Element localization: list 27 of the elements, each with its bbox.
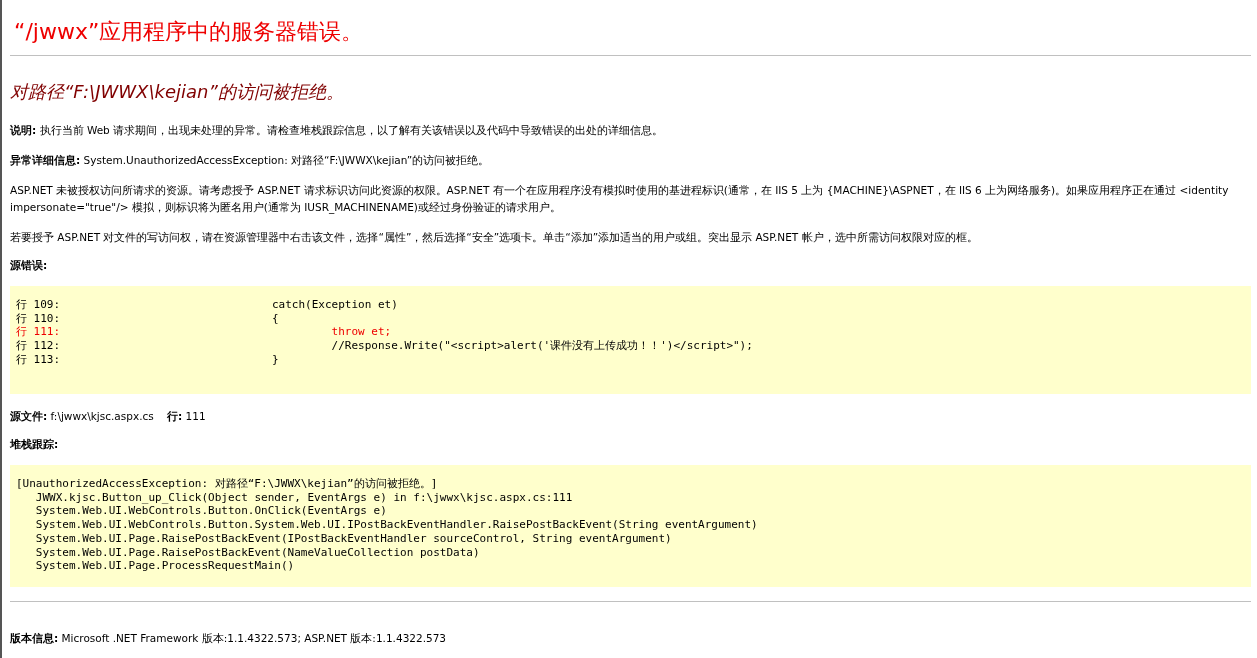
section-heading: 源错误:	[10, 259, 49, 273]
stack-trace-line: System.Web.UI.WebControls.Button.System.Web.UI.IPostBackEventHandler.RaisePostBackEvent(String eventArgument)	[34, 518, 759, 532]
stack-trace-line: System.Web.UI.Page.RaisePostBackEvent(NameValueCollection postData)	[34, 545, 481, 560]
stack-trace-line: System.Web.UI.Page.RaisePostBackEvent(IPostBackEventHandler sourceControl, String eventArgument)	[34, 531, 673, 546]
source-file-info: 源文件: f:\jwwx\kjsc.aspx.cs 行: 111	[10, 409, 207, 424]
stack-trace-line: System.Web.UI.WebControls.Button.OnClick(EventArgs e)	[34, 504, 388, 519]
line-number: 行 113:	[16, 352, 62, 367]
stack-trace-line: System.Web.UI.Page.ProcessRequestMain()	[34, 559, 296, 573]
info-paragraph: 说明: 执行当前 Web 请求期间，出现未处理的异常。请检查堆栈跟踪信息，以了解有关该错误以及代码中导致错误的出处的详细信息。	[10, 123, 665, 138]
info-paragraph: 异常详细信息: System.UnauthorizedAccessException: 对路径“F:\JWWX\kejian”的访问被拒绝。	[10, 153, 491, 168]
stack-trace-line: [UnauthorizedAccessException: 对路径“F:\JWWX\kejian”的访问被拒绝。]	[16, 477, 439, 491]
line-number: 行 112:	[16, 339, 62, 353]
line-number: 行 109:	[16, 298, 62, 312]
info-paragraph: 若要授予 ASP.NET 对文件的写访问权，请在资源管理器中右击该文件，选择“属性”，然后选择“安全”选项卡。单击“添加”添加适当的用户或组。突出显示 ASP.NET 帐户，选中所需访问权限对应的框。	[10, 230, 979, 245]
section-heading: 堆栈跟踪:	[10, 438, 60, 452]
info-paragraph: ASP.NET 未被授权访问所请求的资源。请考虑授予 ASP.NET 请求标识访问此资源的权限。ASP.NET 有一个在应用程序没有模拟时使用的基进程标识(通常，在 IIS 5 上为 {MACHINE}\ASPNET，在 IIS 6 上为网络服务)。如果应用程序正在通过 <identity impersonate="true"/> 模拟，则标识将为匿名用户(通常为 IUSR_MACHINENAME)或经过身份验证的请求用户。	[10, 183, 1230, 216]
stack-trace-line: JWWX.kjsc.Button_up_Click(Object sender, EventArgs e) in f:\jwwx\kjsc.aspx.cs:111	[34, 490, 574, 505]
code-line: //Response.Write("<script>alert('课件没有上传成功！！')</script>");	[330, 339, 754, 353]
code-line: {	[272, 311, 280, 326]
line-number: 行 111:	[16, 325, 62, 340]
code-line: }	[272, 352, 280, 367]
code-line: throw et;	[330, 325, 393, 340]
error-message: 对路径“F:\JWWX\kejian”的访问被拒绝。	[10, 80, 345, 104]
line-number: 行 110:	[16, 311, 62, 326]
code-line: catch(Exception et)	[272, 298, 399, 312]
version-info: 版本信息: Microsoft .NET Framework 版本:1.1.4322.573; ASP.NET 版本:1.1.4322.573	[10, 631, 448, 646]
page-title: “/jwwx”应用程序中的服务器错误。	[13, 18, 365, 46]
